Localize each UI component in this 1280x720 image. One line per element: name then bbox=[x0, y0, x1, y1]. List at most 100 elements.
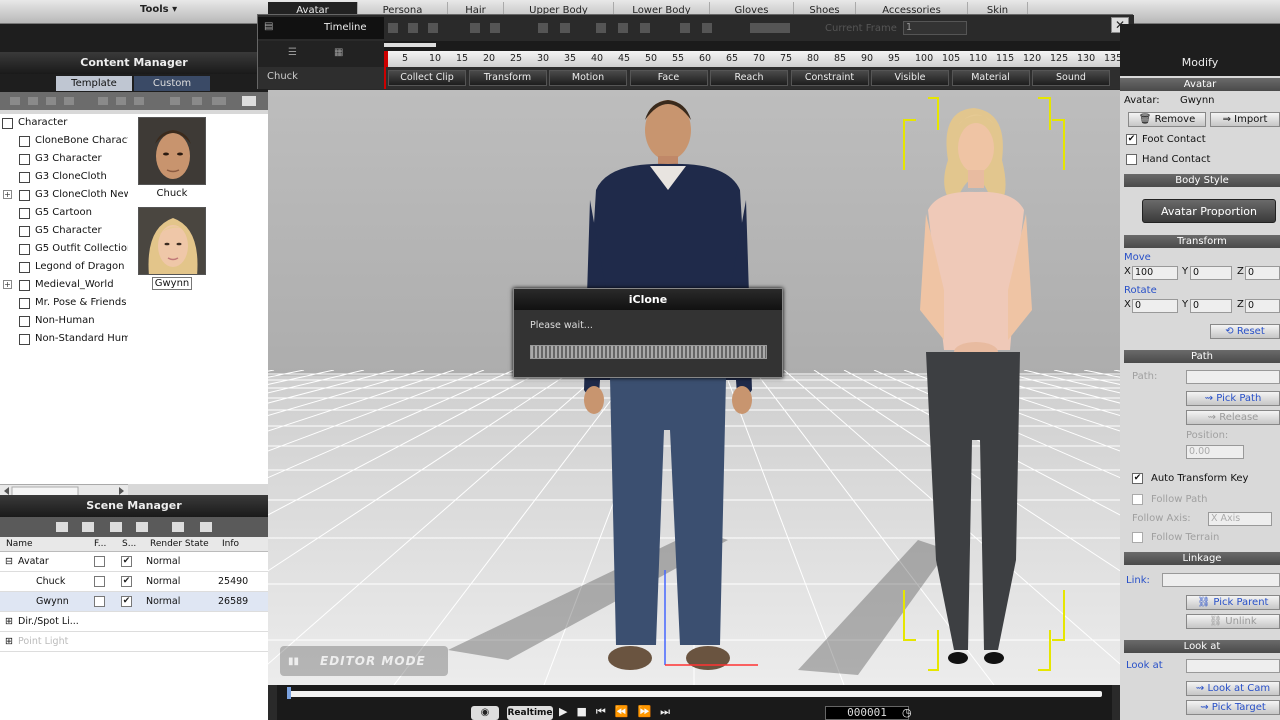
show-checkbox[interactable]: ✔ bbox=[121, 596, 132, 607]
path-input[interactable] bbox=[1186, 370, 1280, 384]
foot-contact-checkbox[interactable]: ✔ bbox=[1126, 134, 1137, 145]
move-z-input[interactable]: 0 bbox=[1245, 266, 1280, 280]
tree-item[interactable]: Non-Human bbox=[0, 312, 128, 330]
move-x-input[interactable]: 100 bbox=[1132, 266, 1178, 280]
timeline-track-button[interactable]: Face bbox=[629, 70, 708, 86]
timeline-toolbar-icons[interactable] bbox=[388, 21, 808, 35]
pick-parent-button[interactable]: ⛓ Pick Parent bbox=[1186, 595, 1280, 610]
section-body-style[interactable]: Body Style bbox=[1124, 174, 1280, 187]
tree-item[interactable]: CloneBone Characte bbox=[0, 132, 128, 150]
freeze-checkbox[interactable] bbox=[94, 576, 105, 587]
section-path[interactable]: Path bbox=[1124, 350, 1280, 363]
table-row[interactable]: Chuck ✔ Normal 25490 bbox=[0, 572, 268, 592]
tree-item[interactable]: G3 CloneCloth bbox=[0, 168, 128, 186]
thumbnail-gwynn[interactable] bbox=[138, 207, 206, 275]
col-s[interactable]: S... bbox=[122, 537, 136, 552]
slider-thumb[interactable] bbox=[287, 687, 291, 699]
tree-item[interactable]: G5 Outfit Collection bbox=[0, 240, 128, 258]
playback-slider[interactable] bbox=[287, 691, 1102, 697]
remove-button[interactable]: 🗑 Remove bbox=[1128, 112, 1206, 127]
avatar-proportion-button[interactable]: Avatar Proportion bbox=[1142, 199, 1276, 223]
show-checkbox[interactable]: ✔ bbox=[121, 576, 132, 587]
table-row[interactable]: ⊞ Point Light bbox=[0, 632, 268, 652]
expand-icon[interactable]: ⊞ bbox=[5, 632, 13, 652]
timeline-track-button[interactable]: Collect Clip bbox=[388, 70, 466, 86]
content-toolbar-icons[interactable] bbox=[0, 92, 268, 110]
reset-button[interactable]: ⟲ Reset bbox=[1210, 324, 1280, 339]
follow-terrain-checkbox[interactable] bbox=[1132, 532, 1143, 543]
timeline-track-button[interactable]: Transform bbox=[468, 70, 547, 86]
expand-icon[interactable]: ⊟ bbox=[5, 552, 13, 572]
follow-path-checkbox[interactable] bbox=[1132, 494, 1143, 505]
release-button[interactable]: ⇝ Release bbox=[1186, 410, 1280, 425]
freeze-checkbox[interactable] bbox=[94, 556, 105, 567]
release-icon: ⇝ bbox=[1207, 412, 1220, 423]
tab-template[interactable]: Template bbox=[56, 76, 132, 91]
rotate-x-input[interactable]: 0 bbox=[1132, 299, 1178, 313]
tree-item[interactable]: Mr. Pose & Friends C bbox=[0, 294, 128, 312]
rotate-z-input[interactable]: 0 bbox=[1245, 299, 1280, 313]
keys-icon[interactable]: ▦ bbox=[334, 47, 343, 58]
3d-viewport[interactable]: EDITOR MODE ▮▮ bbox=[268, 90, 1120, 685]
thumbnail-chuck[interactable] bbox=[138, 117, 206, 185]
import-button[interactable]: ⇒ Import bbox=[1210, 112, 1280, 127]
look-at-cam-button[interactable]: ⇝ Look at Cam bbox=[1186, 681, 1280, 696]
auto-transform-key-checkbox[interactable]: ✔ bbox=[1132, 473, 1143, 484]
tree-item[interactable]: + G3 CloneCloth New L bbox=[0, 186, 128, 204]
timeline-track-button[interactable]: Motion bbox=[549, 70, 627, 86]
table-row[interactable]: ⊟ Avatar ✔ Normal bbox=[0, 552, 268, 572]
expand-icon[interactable]: + bbox=[3, 280, 12, 289]
clock-icon[interactable]: ◷ bbox=[902, 706, 912, 719]
tree-item[interactable]: G5 Character bbox=[0, 222, 128, 240]
timeline-ruler[interactable]: 5 10 15 20 25 30 35 40 45 50 55 60 65 70 75 80 85 90 95 100… bbox=[384, 51, 1124, 67]
section-transform[interactable]: Transform bbox=[1124, 235, 1280, 248]
transport-controls[interactable]: ▶■⏮⏪⏩⏭ bbox=[559, 705, 679, 719]
timeline-track-button[interactable]: Reach bbox=[710, 70, 788, 86]
rotate-y-input[interactable]: 0 bbox=[1190, 299, 1232, 313]
timeline-range-bar[interactable] bbox=[384, 43, 436, 47]
pick-target-button[interactable]: ⇝ Pick Target bbox=[1186, 700, 1280, 715]
tree-item[interactable]: + Medieval_World bbox=[0, 276, 128, 294]
tree-item[interactable]: G5 Cartoon bbox=[0, 204, 128, 222]
playhead-line bbox=[384, 67, 386, 89]
show-checkbox[interactable]: ✔ bbox=[121, 556, 132, 567]
col-info[interactable]: Info bbox=[222, 537, 239, 552]
section-linkage[interactable]: Linkage bbox=[1124, 552, 1280, 565]
tab-custom[interactable]: Custom bbox=[134, 76, 210, 91]
unlink-button[interactable]: ⛓ Unlink bbox=[1186, 614, 1280, 629]
pick-path-button[interactable]: ⇝ Pick Path bbox=[1186, 391, 1280, 406]
pause-icon[interactable]: ▮▮ bbox=[288, 656, 299, 667]
table-row[interactable]: Gwynn ✔ Normal 26589 bbox=[0, 592, 268, 612]
look-at-input[interactable] bbox=[1186, 659, 1280, 673]
tree-item[interactable]: Character bbox=[0, 114, 128, 132]
timeline-track-button[interactable]: Visible bbox=[871, 70, 949, 86]
freeze-checkbox[interactable] bbox=[94, 596, 105, 607]
section-look-at[interactable]: Look at bbox=[1124, 640, 1280, 653]
table-row[interactable]: ⊞ Dir./Spot Li... bbox=[0, 612, 268, 632]
playhead[interactable] bbox=[384, 51, 388, 67]
col-f[interactable]: F... bbox=[94, 537, 106, 552]
timeline-track-button[interactable]: Material bbox=[951, 70, 1030, 86]
section-avatar[interactable]: Avatar bbox=[1120, 78, 1280, 91]
timeline-track-button[interactable]: Constraint bbox=[790, 70, 869, 86]
current-frame-input[interactable]: 1 bbox=[903, 21, 967, 35]
hand-contact-checkbox[interactable] bbox=[1126, 154, 1137, 165]
tree-item[interactable]: Legond of Dragon bbox=[0, 258, 128, 276]
tree-item[interactable]: Non-Standard Humai bbox=[0, 330, 128, 348]
col-render-state[interactable]: Render State bbox=[150, 537, 209, 552]
col-name[interactable]: Name bbox=[6, 537, 33, 552]
scene-toolbar-icons[interactable] bbox=[0, 517, 268, 537]
follow-axis-select[interactable]: X Axis bbox=[1208, 512, 1272, 526]
link-input[interactable] bbox=[1162, 573, 1280, 587]
list-icon[interactable]: ☰ bbox=[288, 47, 297, 58]
expand-icon[interactable]: ⊞ bbox=[5, 612, 13, 632]
tools-menu[interactable]: Tools ▾ bbox=[140, 4, 177, 15]
position-input[interactable]: 0.00 bbox=[1186, 445, 1244, 459]
realtime-button[interactable]: Realtime bbox=[507, 706, 553, 720]
timeline-track-button[interactable]: Sound bbox=[1032, 70, 1110, 86]
camera-icon[interactable]: ◉ bbox=[471, 706, 499, 720]
move-y-input[interactable]: 0 bbox=[1190, 266, 1232, 280]
tree-item[interactable]: G3 Character bbox=[0, 150, 128, 168]
expand-icon[interactable]: + bbox=[3, 190, 12, 199]
reset-icon: ⟲ bbox=[1225, 326, 1237, 337]
